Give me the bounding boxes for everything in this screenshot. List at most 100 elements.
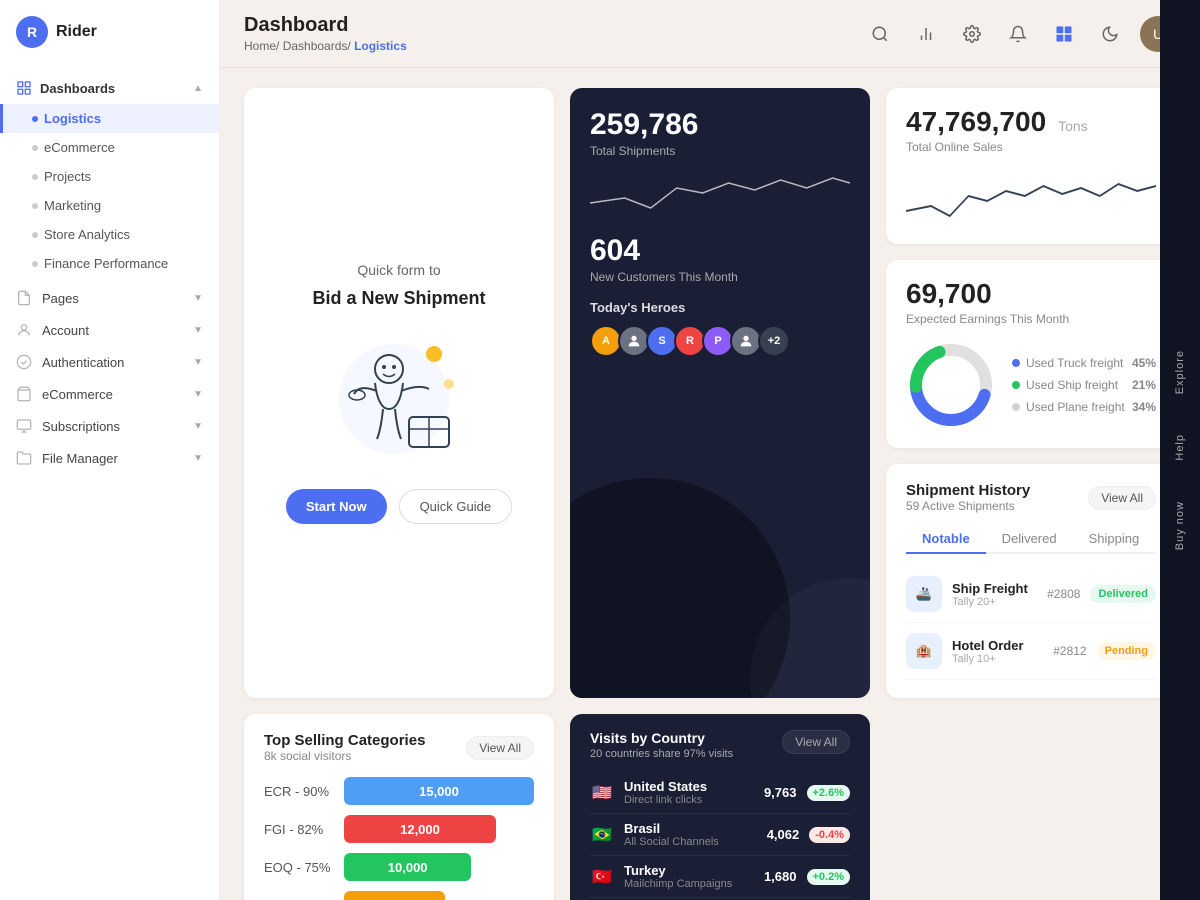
sidebar-item-finance[interactable]: Finance Performance bbox=[0, 249, 219, 278]
help-panel-item[interactable]: Help bbox=[1164, 414, 1196, 481]
status-badge: Pending bbox=[1097, 642, 1156, 660]
category-bar: 15,000 bbox=[344, 777, 534, 805]
sidebar-item-label: eCommerce bbox=[44, 140, 115, 155]
tab-notable[interactable]: Notable bbox=[906, 525, 986, 554]
sidebar: R Rider Dashboards ▲ Logistics eCommerce… bbox=[0, 0, 220, 900]
chevron-up-icon: ▲ bbox=[193, 83, 203, 94]
customers-label: New Customers This Month bbox=[590, 270, 850, 284]
shipment-history-sub: 59 Active Shipments bbox=[906, 499, 1030, 513]
sidebar-item-authentication[interactable]: Authentication ▼ bbox=[0, 346, 219, 378]
tab-delivered[interactable]: Delivered bbox=[986, 525, 1073, 554]
topbar: Dashboard Home/ Dashboards/ Logistics bbox=[220, 0, 1200, 68]
new-customers-stat: 604 New Customers This Month bbox=[590, 234, 850, 284]
settings-icon[interactable] bbox=[956, 18, 988, 50]
earnings-value: 69,700 bbox=[906, 278, 992, 310]
countries-view-all[interactable]: View All bbox=[782, 730, 850, 754]
dot-icon bbox=[32, 203, 38, 209]
notifications-icon[interactable] bbox=[1002, 18, 1034, 50]
change-badge: +0.2% bbox=[807, 869, 851, 885]
dot-icon bbox=[32, 174, 38, 180]
legend-truck: Used Truck freight 45% bbox=[1012, 356, 1156, 370]
dot-icon bbox=[32, 145, 38, 151]
chevron-down-icon: ▼ bbox=[193, 421, 203, 432]
sidebar-item-pages[interactable]: Pages ▼ bbox=[0, 282, 219, 314]
dot-icon bbox=[32, 261, 38, 267]
buynow-panel-item[interactable]: Buy now bbox=[1164, 481, 1196, 570]
theme-icon[interactable] bbox=[1094, 18, 1126, 50]
category-bar: 8,000 bbox=[344, 891, 445, 900]
auth-label: Authentication bbox=[42, 355, 124, 370]
subscriptions-icon bbox=[16, 418, 32, 434]
sidebar-item-account[interactable]: Account ▼ bbox=[0, 314, 219, 346]
sidebar-section-dashboards: Dashboards ▲ Logistics eCommerce Project… bbox=[0, 68, 219, 282]
chevron-down-icon: ▼ bbox=[193, 389, 203, 400]
account-label: Account bbox=[42, 323, 89, 338]
topbar-title-section: Dashboard Home/ Dashboards/ Logistics bbox=[244, 14, 407, 53]
category-bar: 12,000 bbox=[344, 815, 496, 843]
sidebar-item-store-analytics[interactable]: Store Analytics bbox=[0, 220, 219, 249]
stat-sales-unit: Tons bbox=[1058, 118, 1088, 134]
country-info: United States Direct link clicks bbox=[624, 779, 754, 806]
breadcrumb: Home/ Dashboards/ Logistics bbox=[244, 39, 407, 53]
ecommerce-label: eCommerce bbox=[42, 387, 113, 402]
sidebar-item-ecommerce[interactable]: eCommerce bbox=[0, 133, 219, 162]
list-item: ECR - 90% 15,000 bbox=[264, 777, 534, 805]
tab-shipping[interactable]: Shipping bbox=[1073, 525, 1156, 554]
right-dark-column: 259,786 Total Shipments 604 New Customer… bbox=[570, 88, 870, 698]
active-dot bbox=[32, 116, 38, 122]
plane-dot bbox=[1012, 403, 1020, 411]
sidebar-item-ecommerce-main[interactable]: eCommerce ▼ bbox=[0, 378, 219, 410]
truck-dot bbox=[1012, 359, 1020, 367]
legend-ship: Used Ship freight 21% bbox=[1012, 378, 1156, 392]
shipments-chart bbox=[590, 168, 850, 218]
ship-id: #2808 bbox=[1047, 587, 1080, 601]
bid-buttons: Start Now Quick Guide bbox=[286, 489, 512, 524]
explore-panel-item[interactable]: Explore bbox=[1164, 330, 1196, 414]
heroes-label: Today's Heroes bbox=[590, 300, 850, 315]
sales-chart bbox=[906, 166, 1156, 226]
subscriptions-label: Subscriptions bbox=[42, 419, 120, 434]
shipments-value: 259,786 bbox=[590, 108, 850, 142]
shipment-history-card: Shipment History 59 Active Shipments Vie… bbox=[886, 464, 1176, 698]
sidebar-item-logistics[interactable]: Logistics bbox=[0, 104, 219, 133]
start-now-button[interactable]: Start Now bbox=[286, 489, 387, 524]
stat-sales-value: 47,769,700 bbox=[906, 106, 1046, 138]
shipment-history-header: Shipment History 59 Active Shipments Vie… bbox=[906, 482, 1156, 513]
ship-name: Hotel Order bbox=[952, 638, 1043, 653]
quick-guide-button[interactable]: Quick Guide bbox=[399, 489, 513, 524]
sidebar-item-subscriptions[interactable]: Subscriptions ▼ bbox=[0, 410, 219, 442]
sidebar-item-label: Finance Performance bbox=[44, 256, 168, 271]
sidebar-item-filemanager[interactable]: File Manager ▼ bbox=[0, 442, 219, 474]
filemanager-icon bbox=[16, 450, 32, 466]
chevron-down-icon: ▼ bbox=[193, 453, 203, 464]
ship-sub: Tally 20+ bbox=[952, 596, 1037, 608]
chart-icon[interactable] bbox=[910, 18, 942, 50]
countries-header: Visits by Country 20 countries share 97%… bbox=[590, 730, 850, 760]
top-selling-view-all[interactable]: View All bbox=[466, 736, 534, 760]
sidebar-item-marketing[interactable]: Marketing bbox=[0, 191, 219, 220]
pages-icon bbox=[16, 290, 32, 306]
top-selling-title: Top Selling Categories bbox=[264, 732, 425, 749]
ship-dot bbox=[1012, 381, 1020, 389]
bid-card: Quick form to Bid a New Shipment bbox=[244, 88, 554, 698]
middle-column: 47,769,700 Tons Total Online Sales 69,70… bbox=[886, 88, 1176, 448]
country-info: Turkey Mailchimp Campaigns bbox=[624, 863, 754, 890]
ship-sub: Tally 10+ bbox=[952, 653, 1043, 665]
grid-icon[interactable] bbox=[1048, 18, 1080, 50]
filemanager-label: File Manager bbox=[42, 451, 118, 466]
stat-sales-label: Total Online Sales bbox=[906, 140, 1156, 154]
dashboard-grid: Quick form to Bid a New Shipment bbox=[220, 68, 1200, 900]
bid-title: Bid a New Shipment bbox=[312, 288, 485, 309]
topbar-actions: U bbox=[864, 16, 1176, 52]
sidebar-logo: R Rider bbox=[0, 16, 219, 68]
sidebar-item-projects[interactable]: Projects bbox=[0, 162, 219, 191]
chevron-down-icon: ▼ bbox=[193, 357, 203, 368]
sidebar-group-dashboards[interactable]: Dashboards ▲ bbox=[0, 72, 219, 104]
hotel-icon: 🏨 bbox=[906, 633, 942, 669]
top-selling-header: Top Selling Categories 8k social visitor… bbox=[264, 732, 534, 763]
ship-info: Hotel Order Tally 10+ bbox=[952, 638, 1043, 665]
shipment-tabs: Notable Delivered Shipping bbox=[906, 525, 1156, 554]
shipment-history-view-all[interactable]: View All bbox=[1088, 486, 1156, 510]
top-selling-sub: 8k social visitors bbox=[264, 749, 425, 763]
search-icon[interactable] bbox=[864, 18, 896, 50]
